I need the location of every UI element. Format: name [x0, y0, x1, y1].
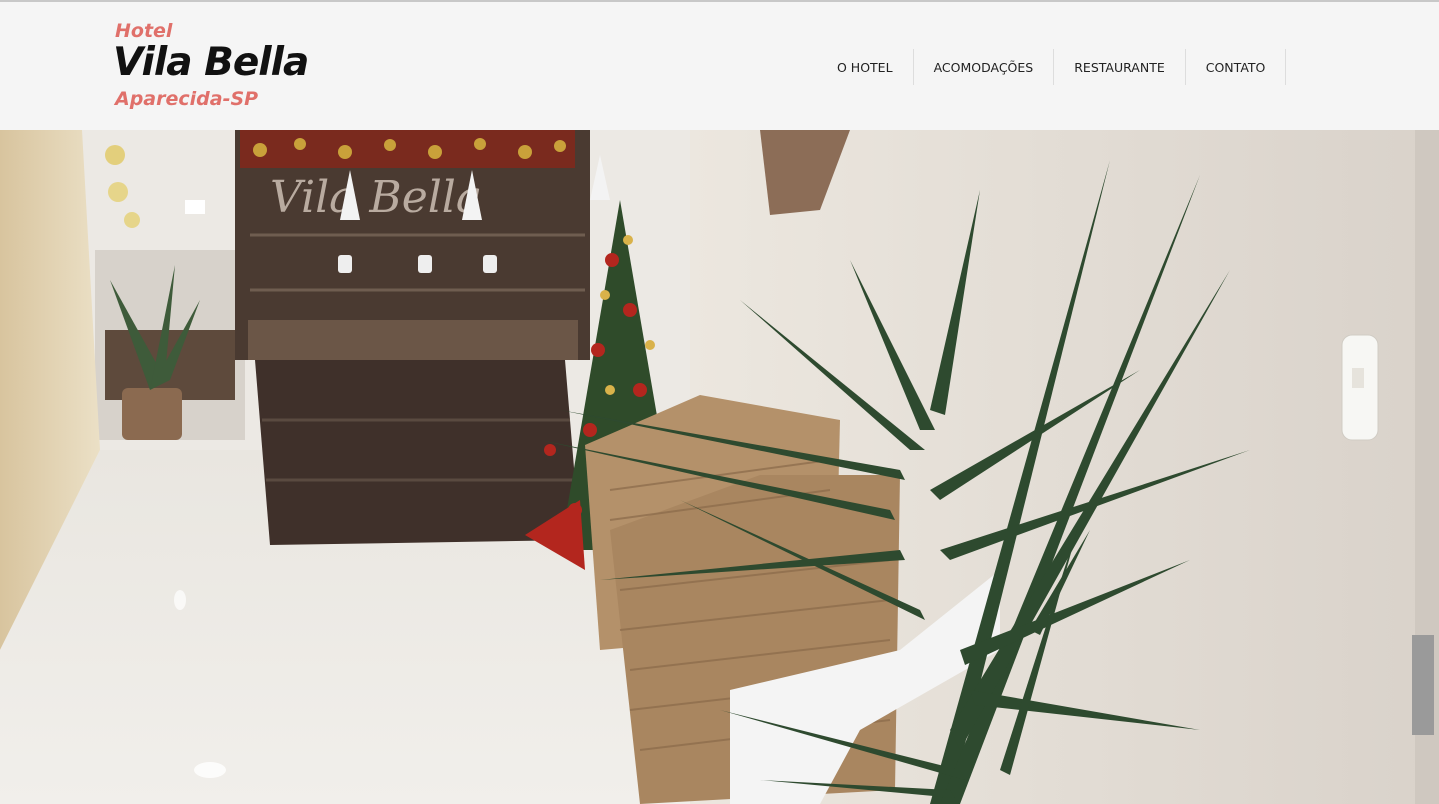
logo-name-text: Vila Bella	[113, 40, 309, 85]
main-nav: O HOTEL ACOMODAÇÕES RESTAURANTE CONTATO	[817, 49, 1287, 85]
nav-item-restaurante[interactable]: RESTAURANTE	[1054, 49, 1186, 85]
lobby-photo: Vila Bella	[0, 130, 1439, 804]
nav-item-o-hotel[interactable]: O HOTEL	[817, 49, 914, 85]
nav-item-acomodacoes[interactable]: ACOMODAÇÕES	[914, 49, 1055, 85]
hotel-logo[interactable]: Hotel Vila Bella Aparecida-SP	[113, 18, 313, 118]
site-header: Hotel Vila Bella Aparecida-SP O HOTEL AC…	[0, 2, 1439, 130]
nav-item-contato[interactable]: CONTATO	[1186, 49, 1287, 85]
logo-hotel-text: Hotel	[115, 20, 173, 42]
hero-photo-lobby: Vila Bella	[0, 130, 1439, 804]
sign-text: Vila Bella	[270, 172, 482, 223]
logo-location-text: Aparecida-SP	[115, 88, 259, 110]
